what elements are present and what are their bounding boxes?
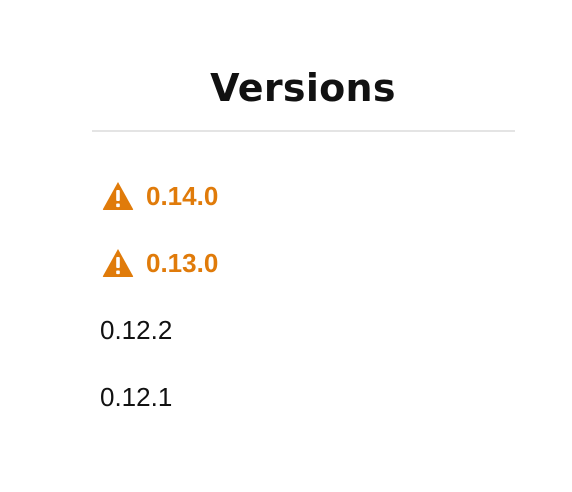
version-label: 0.12.1 xyxy=(100,381,173,412)
title-divider xyxy=(92,130,515,132)
version-label: 0.13.0 xyxy=(146,247,219,278)
warning-triangle-icon xyxy=(102,249,134,277)
version-item-0-12-1[interactable]: 0.12.1 xyxy=(100,373,218,421)
versions-panel: Versions 0.14.0 0.13.0 0.12.2 0.12.1 xyxy=(0,0,572,492)
version-label: 0.14.0 xyxy=(146,180,219,211)
version-item-0-12-2[interactable]: 0.12.2 xyxy=(100,306,218,354)
warning-triangle-icon xyxy=(102,182,134,210)
version-item-0-13-0[interactable]: 0.13.0 xyxy=(100,239,218,287)
version-item-0-14-0[interactable]: 0.14.0 xyxy=(100,172,218,220)
versions-title: Versions xyxy=(210,66,396,110)
versions-list: 0.14.0 0.13.0 0.12.2 0.12.1 xyxy=(100,172,218,440)
version-label: 0.12.2 xyxy=(100,314,173,345)
